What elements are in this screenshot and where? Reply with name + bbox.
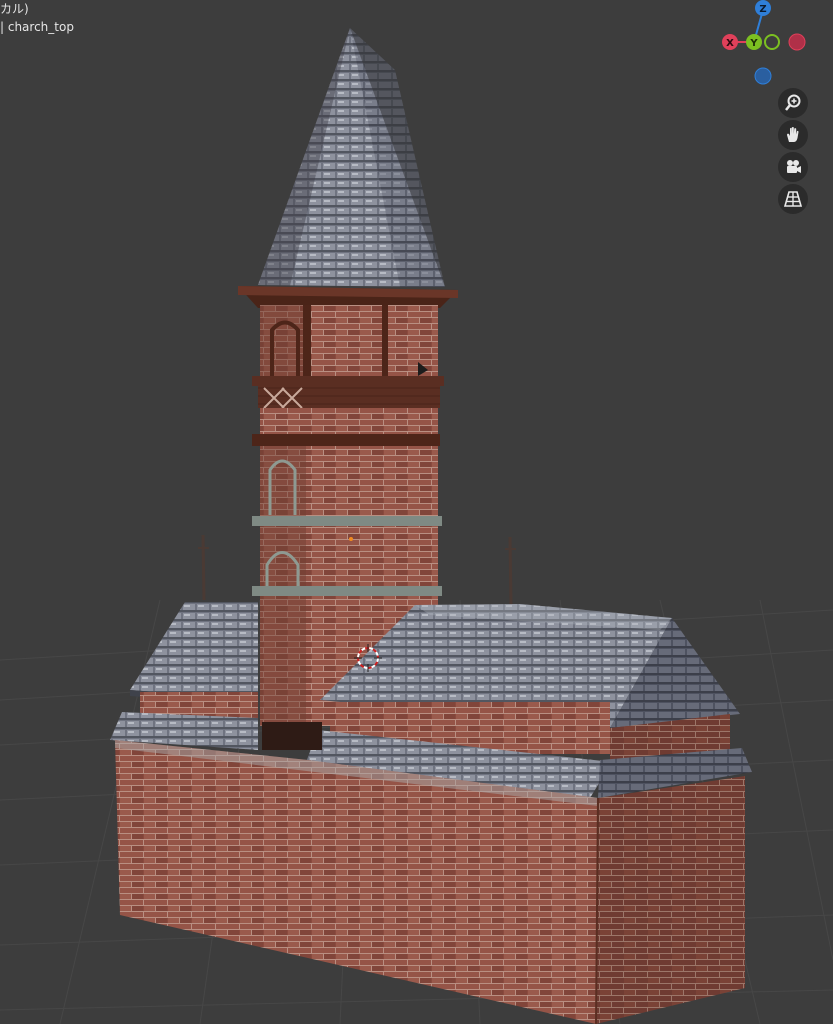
navigation-gizmo[interactable]: Z X Y [715, 0, 833, 95]
camera-icon [787, 160, 801, 173]
hand-pan-icon [787, 127, 799, 142]
finial-left [198, 534, 209, 601]
camera-view-button[interactable] [778, 152, 808, 182]
view-mode-label: カル) [0, 2, 29, 16]
zoom-icon [785, 94, 801, 111]
left-annex [110, 602, 258, 750]
neg-y-axis-handle[interactable] [764, 34, 780, 50]
3d-viewport[interactable]: カル) | charch_top Z X Y [0, 0, 833, 1024]
neg-z-axis-handle[interactable] [754, 67, 772, 85]
tower-spire [238, 28, 458, 308]
tower-belfry [252, 305, 444, 446]
pan-button[interactable] [778, 120, 808, 150]
active-object-label: | charch_top [0, 20, 74, 34]
z-axis-label: Z [759, 4, 766, 15]
perspective-grid-icon [783, 191, 803, 207]
neg-x-axis-handle[interactable] [788, 33, 806, 51]
zoom-button[interactable] [778, 88, 808, 118]
y-axis-label: Y [749, 38, 758, 49]
finial-right [505, 536, 516, 606]
perspective-toggle-button[interactable] [778, 184, 808, 214]
x-axis-label: X [726, 38, 734, 49]
scene-render[interactable] [0, 0, 833, 1024]
